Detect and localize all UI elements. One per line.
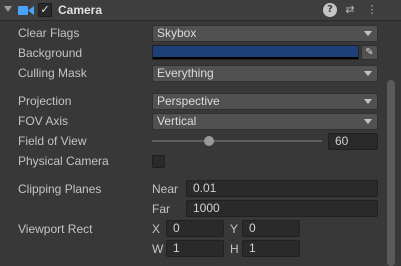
chevron-down-icon <box>364 71 372 76</box>
culling-mask-value: Everything <box>157 66 214 80</box>
viewport-w-input[interactable]: 1 <box>166 240 224 257</box>
culling-mask-label: Culling Mask <box>18 66 87 80</box>
culling-mask-dropdown[interactable]: Everything <box>152 65 378 82</box>
near-input[interactable]: 0.01 <box>186 180 378 197</box>
eyedropper-icon[interactable]: ✎ <box>361 45 378 60</box>
camera-component-header[interactable]: ✓ Camera ? ⇄ ⋮ <box>0 0 401 21</box>
viewport-rect-label: Viewport Rect <box>18 222 93 236</box>
viewport-x-input[interactable]: 0 <box>166 220 224 237</box>
component-enabled-checkbox[interactable]: ✓ <box>38 3 52 17</box>
physical-camera-label: Physical Camera <box>18 154 109 168</box>
projection-value: Perspective <box>157 94 220 108</box>
physical-camera-checkbox[interactable] <box>152 155 165 168</box>
component-title: Camera <box>58 3 103 17</box>
clear-flags-value: Skybox <box>157 26 197 40</box>
viewport-x-label: X <box>152 222 161 236</box>
viewport-h-input[interactable]: 1 <box>242 240 300 257</box>
far-input[interactable]: 1000 <box>186 200 378 217</box>
help-icon[interactable]: ? <box>323 3 337 17</box>
inspector-scrollbar[interactable] <box>387 80 395 266</box>
near-label: Near <box>152 182 179 196</box>
chevron-down-icon <box>364 99 372 104</box>
far-label: Far <box>152 202 170 216</box>
projection-label: Projection <box>18 94 72 108</box>
field-of-view-label: Field of View <box>18 134 87 148</box>
foldout-arrow-icon[interactable] <box>4 6 12 12</box>
viewport-h-label: H <box>230 242 239 256</box>
camera-icon <box>18 6 34 15</box>
fov-axis-value: Vertical <box>157 114 197 128</box>
preset-icon[interactable]: ⇄ <box>343 3 357 17</box>
background-color-field[interactable] <box>152 45 359 60</box>
field-of-view-slider-track[interactable] <box>152 140 322 142</box>
context-menu-icon[interactable]: ⋮ <box>365 3 379 17</box>
viewport-y-input[interactable]: 0 <box>242 220 300 237</box>
clipping-planes-label: Clipping Planes <box>18 182 102 196</box>
chevron-down-icon <box>364 31 372 36</box>
clear-flags-dropdown[interactable]: Skybox <box>152 25 378 42</box>
viewport-w-label: W <box>152 242 164 256</box>
field-of-view-slider-thumb[interactable] <box>203 136 214 146</box>
chevron-down-icon <box>364 119 372 124</box>
field-of-view-input[interactable]: 60 <box>328 133 378 150</box>
viewport-y-label: Y <box>230 222 239 236</box>
fov-axis-label: FOV Axis <box>18 114 69 128</box>
projection-dropdown[interactable]: Perspective <box>152 93 378 110</box>
fov-axis-dropdown[interactable]: Vertical <box>152 113 378 130</box>
clear-flags-label: Clear Flags <box>18 26 80 40</box>
background-label: Background <box>18 46 83 60</box>
alpha-bar <box>153 57 358 59</box>
